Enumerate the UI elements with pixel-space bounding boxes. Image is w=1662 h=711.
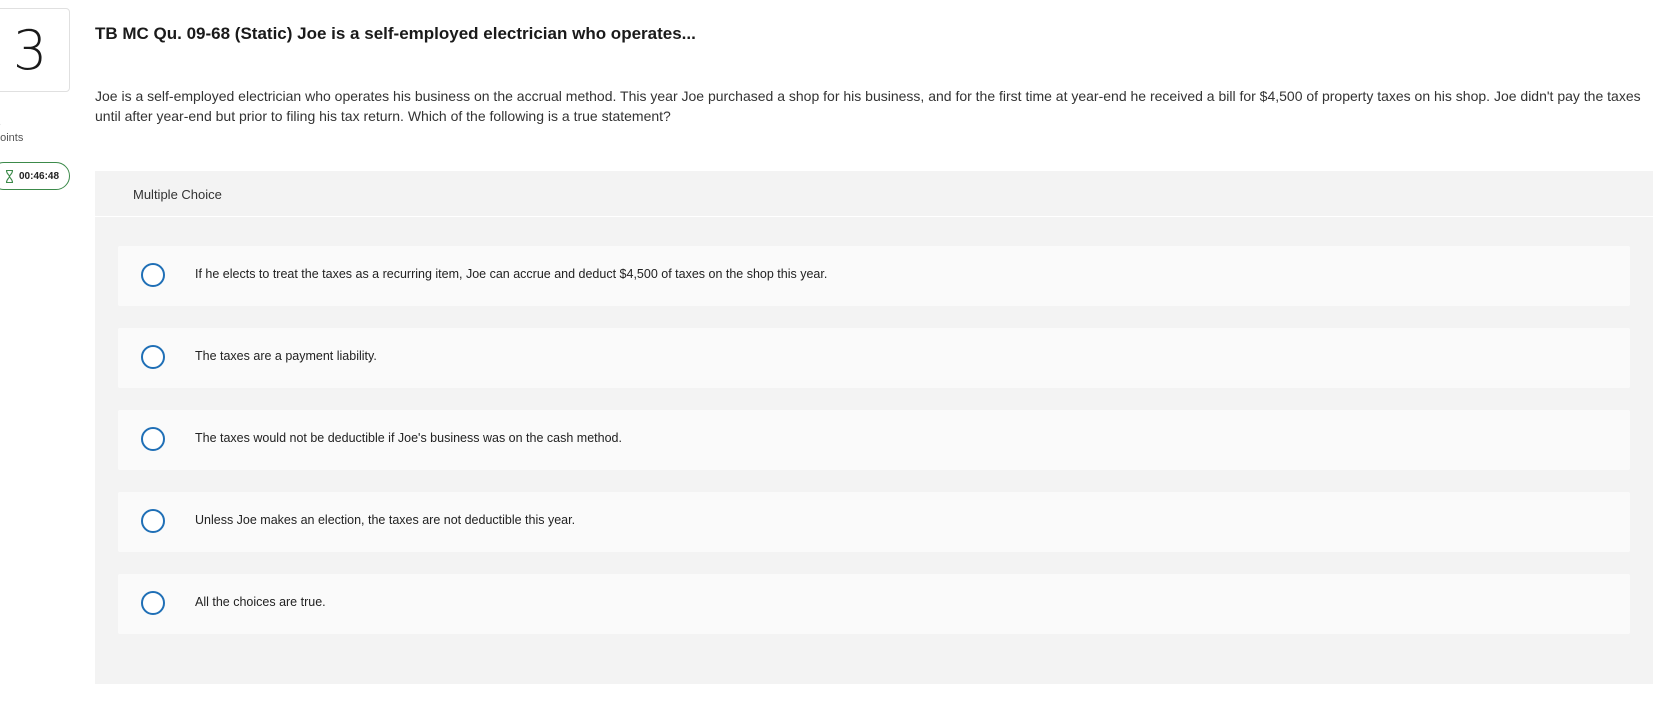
radio-button[interactable] xyxy=(141,427,165,451)
choice-option-3[interactable]: The taxes would not be deductible if Joe… xyxy=(118,410,1630,470)
question-title: TB MC Qu. 09-68 (Static) Joe is a self-e… xyxy=(95,24,696,43)
points-label: points xyxy=(0,132,24,144)
choice-label: Unless Joe makes an election, the taxes … xyxy=(195,513,576,527)
choice-label: All the choices are true. xyxy=(195,595,326,609)
radio-button[interactable] xyxy=(141,591,165,615)
choice-option-4[interactable]: Unless Joe makes an election, the taxes … xyxy=(118,492,1630,552)
question-number: 3 xyxy=(0,8,70,92)
question-text: Joe is a self-employed electrician who o… xyxy=(95,88,1641,124)
choice-option-5[interactable]: All the choices are true. xyxy=(118,574,1630,634)
choice-label: The taxes are a payment liability. xyxy=(195,349,377,363)
choice-label: The taxes would not be deductible if Joe… xyxy=(195,431,622,445)
choice-label: If he elects to treat the taxes as a rec… xyxy=(195,267,828,281)
timer[interactable]: 00:46:48 xyxy=(0,162,70,190)
points-value: 3 xyxy=(0,116,1,130)
choice-panel-header: Multiple Choice xyxy=(133,187,222,202)
multiple-choice-panel: Multiple Choice If he elects to treat th… xyxy=(95,171,1653,684)
choice-option-1[interactable]: If he elects to treat the taxes as a rec… xyxy=(118,246,1630,306)
radio-button[interactable] xyxy=(141,509,165,533)
hourglass-icon xyxy=(5,169,14,183)
choice-option-2[interactable]: The taxes are a payment liability. xyxy=(118,328,1630,388)
choice-header-divider xyxy=(95,216,1653,217)
timer-value: 00:46:48 xyxy=(19,170,60,182)
radio-button[interactable] xyxy=(141,345,165,369)
radio-button[interactable] xyxy=(141,263,165,287)
